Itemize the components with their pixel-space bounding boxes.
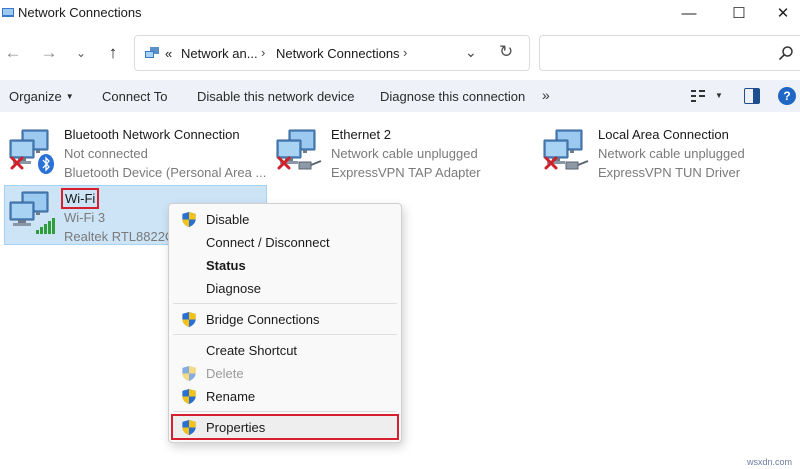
help-icon[interactable]: ? bbox=[778, 87, 796, 105]
menu-item-label: Bridge Connections bbox=[206, 312, 320, 327]
menu-item-status[interactable]: Status bbox=[173, 254, 397, 276]
connection-name: Ethernet 2 bbox=[331, 127, 391, 142]
menu-item-label: Connect / Disconnect bbox=[206, 235, 330, 250]
menu-separator bbox=[173, 303, 397, 304]
chevron-down-icon[interactable]: ▼ bbox=[715, 91, 723, 100]
up-button[interactable]: ↑ bbox=[100, 40, 126, 66]
search-box[interactable] bbox=[539, 35, 800, 71]
diagnose-connection-button[interactable]: Diagnose this connection bbox=[380, 89, 525, 104]
search-input[interactable] bbox=[548, 44, 768, 62]
uac-shield-icon bbox=[182, 311, 196, 328]
uac-shield-icon bbox=[182, 419, 196, 436]
command-bar: Organize ▼ Connect To Disable this networ… bbox=[0, 80, 800, 112]
menu-item-bridge-connections[interactable]: Bridge Connections bbox=[173, 308, 397, 330]
breadcrumb-separator[interactable]: › bbox=[403, 45, 407, 60]
minimize-button[interactable]: — bbox=[666, 0, 712, 26]
connection-device: Bluetooth Device (Personal Area ... bbox=[64, 165, 267, 180]
breadcrumb-separator[interactable]: › bbox=[261, 45, 265, 60]
menu-item-label: Delete bbox=[206, 366, 244, 381]
address-history-dropdown[interactable]: ⌄ bbox=[465, 44, 477, 61]
menu-item-label: Disable bbox=[206, 212, 250, 227]
uac-shield-icon bbox=[182, 211, 196, 228]
breadcrumb-overflow[interactable]: « bbox=[165, 46, 172, 61]
back-button[interactable]: ← bbox=[0, 40, 26, 66]
connection-item-bluetooth[interactable]: Bluetooth Network Connection Not connect… bbox=[0, 118, 266, 182]
forward-button[interactable]: → bbox=[36, 40, 62, 66]
menu-item-disable[interactable]: Disable bbox=[173, 208, 397, 230]
network-cable-icon bbox=[565, 160, 589, 170]
connection-name: Bluetooth Network Connection bbox=[64, 127, 240, 142]
wifi-name-highlight: Wi-Fi bbox=[60, 188, 100, 209]
context-menu: Disable Connect / Disconnect Status Diag… bbox=[168, 203, 402, 443]
connection-item-ethernet-2[interactable]: Ethernet 2 Network cable unplugged Expre… bbox=[267, 118, 529, 182]
refresh-button[interactable]: ↻ bbox=[499, 42, 513, 62]
menu-separator bbox=[173, 334, 397, 335]
menu-item-label: Create Shortcut bbox=[206, 343, 298, 358]
connection-device: ExpressVPN TAP Adapter bbox=[331, 165, 481, 180]
uac-shield-icon bbox=[182, 388, 196, 405]
network-cable-icon bbox=[298, 160, 322, 170]
connection-name: Local Area Connection bbox=[598, 127, 729, 142]
breadcrumb-network-and-internet[interactable]: Network an... bbox=[181, 46, 258, 61]
more-commands-button[interactable]: » bbox=[542, 87, 550, 103]
organize-button[interactable]: Organize ▼ bbox=[9, 89, 74, 104]
uac-shield-icon bbox=[182, 365, 196, 382]
organize-label: Organize bbox=[9, 89, 62, 104]
close-button[interactable]: ✕ bbox=[760, 0, 800, 26]
window-title: Network Connections bbox=[18, 5, 142, 20]
preview-pane-icon[interactable] bbox=[744, 88, 760, 104]
connection-device: Realtek RTL8822CE bbox=[64, 229, 183, 244]
menu-item-label: Status bbox=[206, 258, 246, 273]
disable-device-button[interactable]: Disable this network device bbox=[197, 89, 355, 104]
connection-name: Wi-Fi bbox=[60, 188, 183, 209]
recent-locations-button[interactable]: ⌄ bbox=[68, 40, 94, 66]
connection-status: Network cable unplugged bbox=[598, 146, 745, 161]
connection-device: ExpressVPN TUN Driver bbox=[598, 165, 741, 180]
watermark: wsxdn.com bbox=[747, 457, 793, 467]
network-adapter-icon bbox=[543, 129, 589, 170]
connection-status: Wi-Fi 3 bbox=[64, 210, 106, 225]
network-adapter-icon bbox=[276, 129, 322, 170]
address-bar[interactable]: « Network an... › Network Connections › … bbox=[134, 35, 530, 71]
menu-item-rename[interactable]: Rename bbox=[173, 385, 397, 407]
network-folder-icon bbox=[2, 8, 14, 17]
menu-item-label: Diagnose bbox=[206, 281, 261, 296]
breadcrumb-network-connections[interactable]: Network Connections bbox=[276, 46, 400, 61]
bluetooth-icon bbox=[38, 154, 54, 174]
chevron-down-icon: ▼ bbox=[65, 92, 74, 101]
view-options-icon[interactable] bbox=[690, 89, 706, 103]
network-adapter-icon bbox=[9, 129, 54, 174]
network-connections-icon bbox=[145, 47, 159, 58]
signal-bars-icon bbox=[36, 218, 55, 234]
menu-item-diagnose[interactable]: Diagnose bbox=[173, 277, 397, 299]
address-row: ← → ⌄ ↑ « Network an... › Network Connec… bbox=[0, 30, 800, 76]
title-bar: Network Connections — ☐ ✕ bbox=[0, 0, 800, 26]
menu-separator bbox=[173, 411, 397, 412]
connect-to-button[interactable]: Connect To bbox=[102, 89, 168, 104]
maximize-button[interactable]: ☐ bbox=[716, 0, 762, 26]
menu-item-label: Properties bbox=[206, 420, 266, 435]
menu-item-connect-disconnect[interactable]: Connect / Disconnect bbox=[173, 231, 397, 253]
menu-item-properties[interactable]: Properties bbox=[171, 414, 399, 440]
menu-item-create-shortcut[interactable]: Create Shortcut bbox=[173, 339, 397, 361]
menu-item-label: Rename bbox=[206, 389, 256, 404]
connection-item-local-area[interactable]: Local Area Connection Network cable unpl… bbox=[534, 118, 796, 182]
network-adapter-icon bbox=[9, 191, 55, 234]
connection-status: Not connected bbox=[64, 146, 148, 161]
search-icon[interactable] bbox=[778, 45, 794, 61]
menu-item-delete: Delete bbox=[173, 362, 397, 384]
connection-status: Network cable unplugged bbox=[331, 146, 478, 161]
